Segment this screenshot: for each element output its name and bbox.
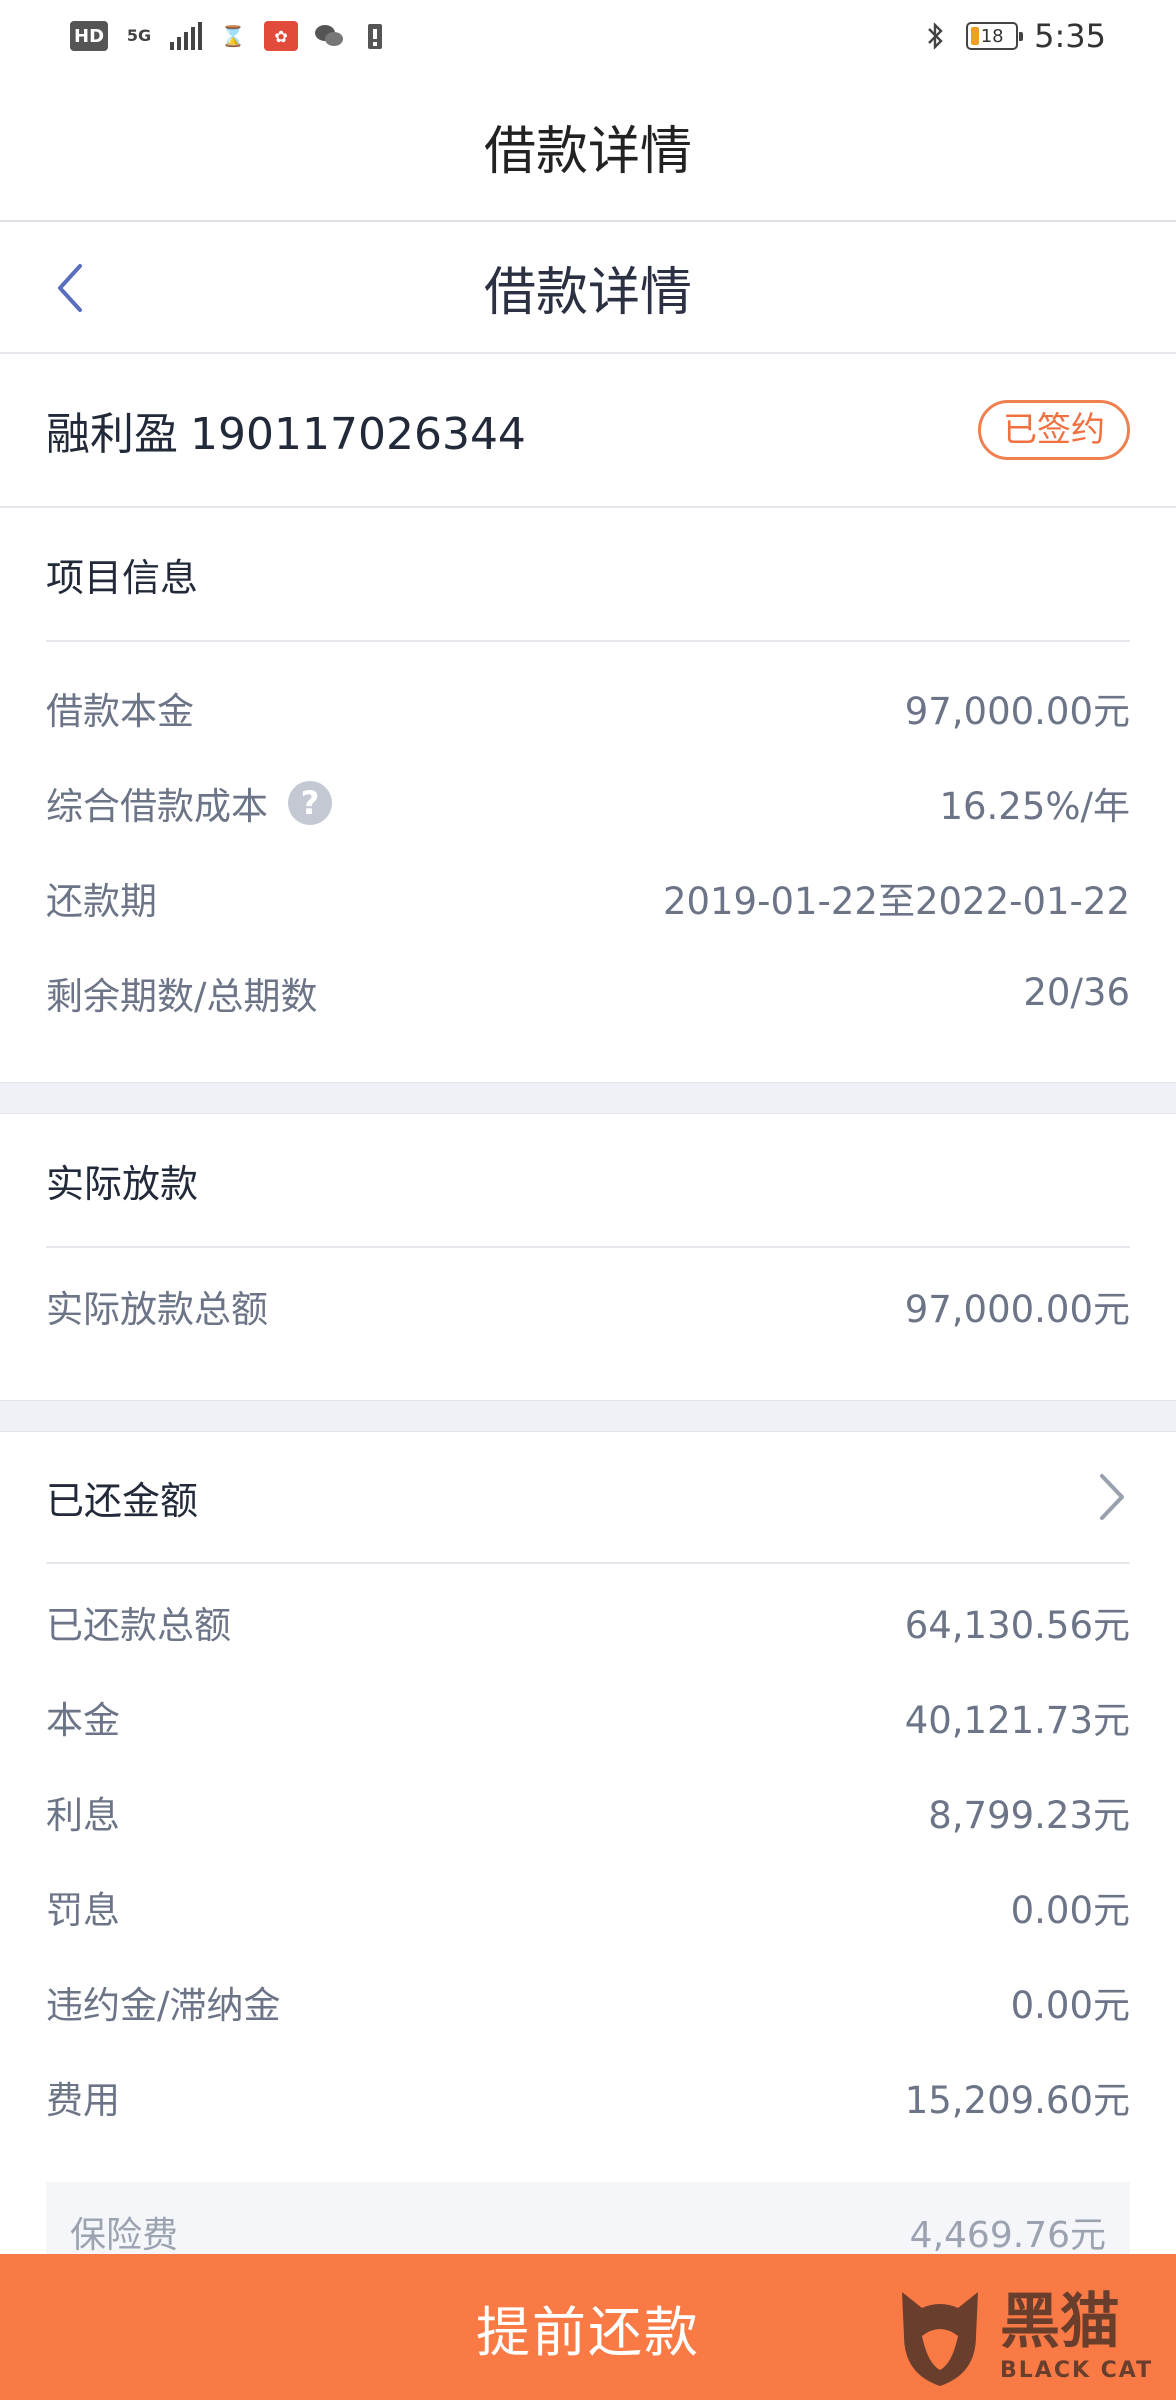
detail-row: 还款期 2019-01-22至2022-01-22	[46, 850, 1130, 945]
section-header: 实际放款	[46, 1114, 1130, 1248]
row-value: 64,130.56元	[904, 1603, 1130, 1647]
loan-header: 融利盈 190117026344 已签约	[0, 354, 1176, 508]
loan-product: 融利盈	[46, 409, 178, 460]
section-divider	[0, 1400, 1176, 1432]
row-label: 违约金/滞纳金	[46, 1983, 281, 2027]
prepay-label: 提前还款	[476, 2300, 700, 2364]
row-value: 15,209.60元	[904, 2078, 1130, 2122]
hd-icon: HD	[70, 21, 109, 51]
section-header: 项目信息	[46, 508, 1130, 642]
repaid-header-row[interactable]: 已还金额	[46, 1432, 1130, 1564]
row-label: 保险费	[70, 2215, 179, 2256]
detail-row: 本金 40,121.73元	[46, 1669, 1130, 1764]
black-cat-logo-icon	[902, 2292, 978, 2386]
row-value: 97,000.00元	[904, 689, 1130, 733]
loan-name: 融利盈 190117026344	[46, 398, 526, 462]
row-value: 40,121.73元	[904, 1698, 1130, 1742]
page-title: 借款详情	[483, 262, 692, 323]
section-title: 已还金额	[46, 1478, 199, 1523]
chevron-left-icon	[58, 264, 82, 312]
app-title: 借款详情	[483, 121, 692, 182]
watermark: 黑猫 BLACK CAT	[892, 2278, 1162, 2396]
row-label: 还款期	[46, 879, 157, 923]
row-label: 本金	[46, 1698, 120, 1742]
status-left-icons: HD 5G ⌛ ✿	[70, 21, 390, 51]
project-info-section: 项目信息 借款本金 97,000.00元 综合借款成本 ? 16.25%/年 还…	[0, 508, 1176, 1040]
watermark-cn: 黑猫	[1000, 2286, 1120, 2357]
watermark-en: BLACK CAT	[1000, 2357, 1154, 2383]
section-divider	[0, 1082, 1176, 1114]
detail-row: 违约金/滞纳金 0.00元	[46, 1954, 1130, 2049]
alert-icon	[360, 21, 390, 51]
row-label: 已还款总额	[46, 1603, 231, 1647]
repaid-section: 已还金额 已还款总额 64,130.56元 本金 40,121.73元 利息 8…	[0, 1432, 1176, 2144]
status-right-icons: 18 5:35	[920, 17, 1106, 55]
detail-row: 综合借款成本 ? 16.25%/年	[46, 755, 1130, 850]
disbursement-section: 实际放款 实际放款总额 97,000.00元	[0, 1114, 1176, 1353]
app-header: 借款详情	[0, 72, 1176, 222]
5g-signal-icon: 5G	[126, 26, 152, 45]
bluetooth-icon	[920, 21, 950, 51]
row-label: 费用	[46, 2078, 120, 2122]
row-label-text: 综合借款成本	[46, 784, 268, 828]
row-label: 剩余期数/总期数	[46, 974, 318, 1018]
row-value: 0.00元	[1010, 1983, 1130, 2027]
row-value: 4,469.76元	[909, 2215, 1106, 2256]
back-button[interactable]	[40, 258, 100, 318]
detail-row: 费用 15,209.60元	[46, 2049, 1130, 2144]
status-badge: 已签约	[978, 400, 1130, 460]
row-value: 16.25%/年	[939, 784, 1130, 828]
status-bar: HD 5G ⌛ ✿ 18 5:35	[0, 0, 1176, 72]
detail-row: 剩余期数/总期数 20/36	[46, 945, 1130, 1040]
watermark-text: 黑猫 BLACK CAT	[1000, 2292, 1153, 2383]
detail-row: 借款本金 97,000.00元	[46, 660, 1130, 755]
section-title: 实际放款	[46, 1161, 199, 1206]
row-label: 利息	[46, 1793, 120, 1837]
row-value: 20/36	[1023, 971, 1130, 1014]
help-icon[interactable]: ?	[288, 780, 332, 825]
hourglass-icon: ⌛	[220, 24, 246, 48]
detail-row: 实际放款总额 97,000.00元	[46, 1258, 1130, 1353]
clock: 5:35	[1034, 17, 1106, 55]
nav-bar: 借款详情	[0, 222, 1176, 354]
row-label: 罚息	[46, 1888, 120, 1932]
chevron-right-icon	[1100, 1474, 1124, 1520]
detail-row: 罚息 0.00元	[46, 1859, 1130, 1954]
row-value: 8,799.23元	[928, 1793, 1130, 1837]
detail-row: 已还款总额 64,130.56元	[46, 1574, 1130, 1669]
row-label: 实际放款总额	[46, 1287, 268, 1331]
battery-icon: 18	[966, 22, 1024, 50]
wechat-icon	[314, 21, 344, 51]
app-notification-icon: ✿	[264, 21, 299, 51]
detail-row: 利息 8,799.23元	[46, 1764, 1130, 1859]
row-value: 2019-01-22至2022-01-22	[662, 879, 1130, 923]
section-title: 项目信息	[46, 555, 199, 600]
loan-number: 190117026344	[190, 409, 526, 460]
row-label: 综合借款成本 ?	[46, 776, 332, 830]
row-label: 借款本金	[46, 689, 194, 733]
signal-bars-icon	[170, 22, 203, 50]
row-value: 0.00元	[1010, 1888, 1130, 1932]
row-value: 97,000.00元	[904, 1287, 1130, 1331]
